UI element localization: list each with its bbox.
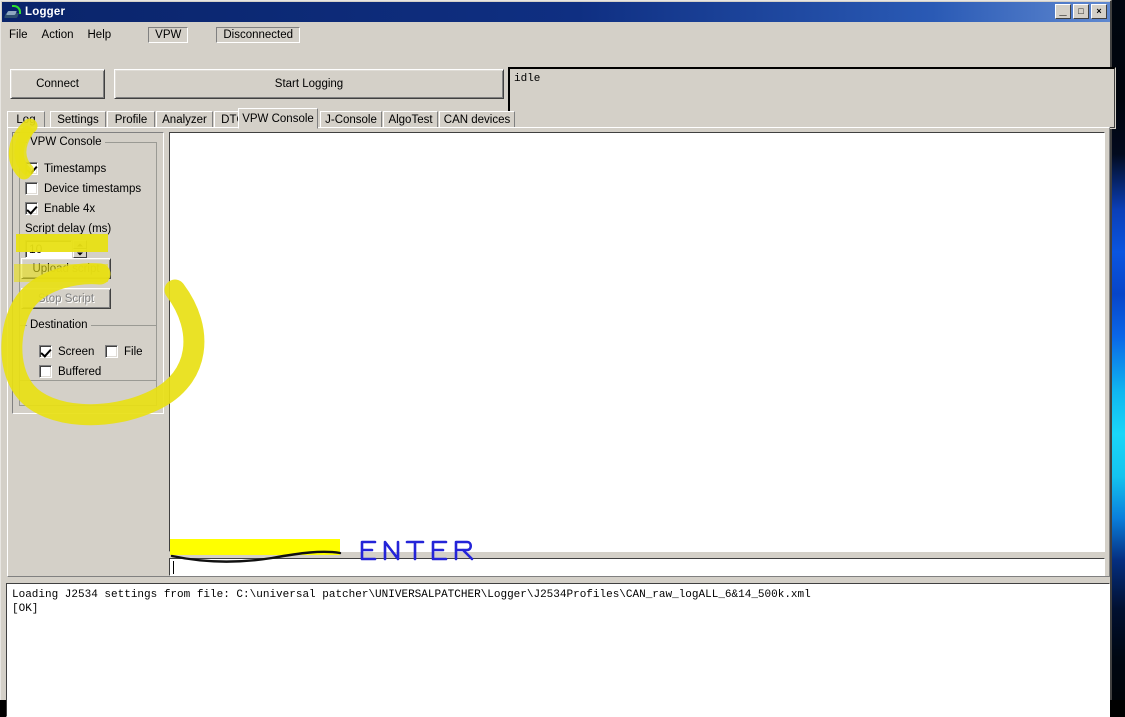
window-title: Logger (25, 6, 66, 18)
menu-action[interactable]: Action (35, 27, 81, 43)
logger-window: Logger _ □ × File Action Help VPW Discon… (0, 0, 1116, 717)
checkbox-enable-4x[interactable]: Enable 4x (25, 202, 95, 215)
destination-group-label: Destination (27, 319, 91, 331)
connect-button[interactable]: Connect (10, 69, 105, 99)
text-caret (173, 561, 174, 574)
script-delay-spin-buttons[interactable] (73, 240, 87, 258)
maximize-button[interactable]: □ (1073, 4, 1089, 19)
upload-script-button[interactable]: Upload script (21, 258, 111, 279)
vpw-console-tab-page: VPW Console Timestamps Device timestamps… (7, 127, 1110, 577)
title-bar: Logger _ □ × (2, 2, 1110, 22)
status-output-text: idle (514, 73, 541, 85)
log-line: Loading J2534 settings from file: C:\uni… (12, 589, 811, 601)
tab-algotest[interactable]: AlgoTest (383, 111, 438, 128)
enable-4x-label: Enable 4x (44, 202, 96, 215)
file-checkbox-box[interactable] (105, 345, 118, 358)
minimize-icon: _ (1059, 2, 1067, 17)
tab-log[interactable]: Log (7, 111, 45, 128)
script-delay-input[interactable] (25, 240, 72, 258)
script-delay-label: Script delay (ms) (25, 223, 112, 235)
device-timestamps-label: Device timestamps (44, 182, 142, 195)
console-input-field[interactable] (169, 558, 1105, 576)
close-icon: × (1096, 6, 1102, 16)
checkbox-screen[interactable]: Screen (39, 345, 94, 358)
timestamps-checkbox-box[interactable] (25, 162, 38, 175)
vpw-console-settings-panel: VPW Console Timestamps Device timestamps… (12, 132, 164, 414)
client-area: File Action Help VPW Disconnected Connec… (2, 22, 1116, 717)
spin-up-icon[interactable] (73, 240, 87, 249)
tab-settings[interactable]: Settings (50, 111, 106, 128)
window-controls: _ □ × (1055, 2, 1107, 19)
vpw-console-group-label: VPW Console (27, 136, 105, 148)
log-line: [OK] (12, 603, 39, 615)
antenna-icon (4, 5, 21, 19)
tab-analyzer[interactable]: Analyzer (156, 111, 213, 128)
menu-help[interactable]: Help (81, 27, 119, 43)
screen: Logger _ □ × File Action Help VPW Discon… (0, 0, 1125, 717)
checkbox-device-timestamps[interactable]: Device timestamps (25, 182, 141, 195)
tab-strip: Log Settings Profile Analyzer DTC VPW Console… (7, 108, 1110, 129)
connection-status-indicator: Disconnected (216, 27, 301, 43)
menu-bar: File Action Help VPW Disconnected (2, 26, 1110, 44)
tab-profile[interactable]: Profile (107, 111, 155, 128)
start-logging-button[interactable]: Start Logging (114, 69, 504, 99)
timestamps-label: Timestamps (44, 162, 107, 175)
script-delay-stepper[interactable] (25, 240, 87, 258)
tab-vpw-console[interactable]: VPW Console (238, 108, 318, 129)
enable-4x-checkbox-box[interactable] (25, 202, 38, 215)
checkbox-file[interactable]: File (105, 345, 143, 358)
maximize-icon: □ (1078, 6, 1084, 16)
application-log-panel[interactable]: Loading J2534 settings from file: C:\uni… (6, 583, 1110, 717)
spin-down-icon[interactable] (73, 249, 87, 258)
tab-j-console[interactable]: J-Console (320, 111, 382, 128)
file-label: File (124, 345, 143, 358)
screen-checkbox-box[interactable] (39, 345, 52, 358)
minimize-button[interactable]: _ (1055, 2, 1071, 19)
checkbox-timestamps[interactable]: Timestamps (25, 162, 106, 175)
console-output-area[interactable] (169, 132, 1105, 552)
device-timestamps-checkbox-box[interactable] (25, 182, 38, 195)
menu-file[interactable]: File (2, 27, 35, 43)
checkbox-buffered[interactable]: Buffered (39, 365, 101, 378)
protocol-indicator: VPW (148, 27, 189, 43)
buffered-checkbox-box[interactable] (39, 365, 52, 378)
close-button[interactable]: × (1091, 4, 1107, 19)
stop-script-button: Stop Script (21, 288, 111, 309)
buffered-label: Buffered (58, 365, 102, 378)
tab-can-devices[interactable]: CAN devices (439, 111, 515, 128)
screen-label: Screen (58, 345, 95, 358)
